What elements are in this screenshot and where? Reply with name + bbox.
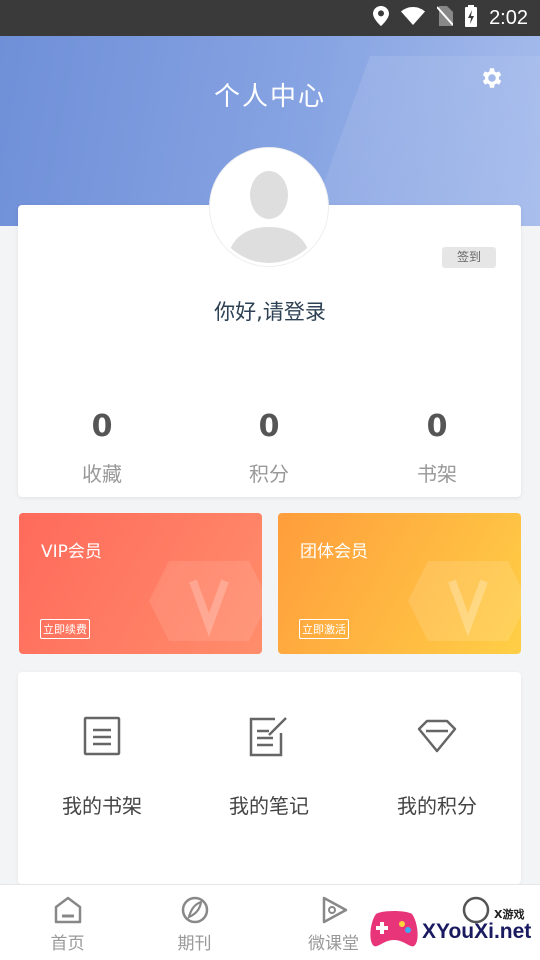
gamepad-logo-icon [370, 911, 418, 947]
stat-value: 0 [91, 409, 113, 444]
group-watermark-icon [408, 561, 521, 641]
tab-label: 首页 [50, 934, 85, 954]
no-sim-icon [436, 6, 454, 30]
stat-label: 书架 [417, 462, 457, 486]
vip-watermark-icon [149, 561, 262, 641]
status-icons: 2:02 [373, 0, 528, 36]
gear-icon [479, 65, 505, 95]
diamond-icon [413, 712, 461, 760]
page-title: 个人中心 [213, 82, 326, 112]
site-watermark: X游戏 XYouXi.net [366, 900, 536, 956]
journal-icon [178, 893, 212, 927]
tab-label: 期刊 [177, 934, 212, 954]
tab-journal[interactable]: 期刊 [127, 893, 262, 954]
home-icon [51, 893, 85, 927]
vip-title: VIP会员 [41, 542, 102, 562]
stat-value: 0 [258, 409, 280, 444]
stat-bookshelf[interactable]: 0 书架 [353, 400, 521, 494]
group-membership-card[interactable]: 团体会员 立即激活 [278, 513, 521, 654]
stat-points[interactable]: 0 积分 [185, 400, 353, 494]
stat-favorites[interactable]: 0 收藏 [18, 400, 186, 494]
menu-my-points[interactable]: 我的积分 [353, 712, 521, 819]
wifi-icon [401, 7, 426, 29]
signin-button[interactable]: 签到 [442, 247, 496, 268]
menu-label: 我的书架 [62, 794, 142, 818]
stat-label: 收藏 [82, 462, 122, 486]
group-title: 团体会员 [300, 542, 368, 562]
tab-home[interactable]: 首页 [0, 893, 135, 954]
location-icon [373, 6, 390, 30]
group-activate-button[interactable]: 立即激活 [299, 619, 349, 639]
status-time: 2:02 [489, 6, 528, 29]
login-prompt[interactable]: 你好,请登录 [0, 296, 540, 326]
stats-row: 0 收藏 0 积分 0 书架 [18, 400, 521, 496]
note-edit-icon [245, 712, 293, 760]
stat-label: 积分 [249, 462, 289, 486]
vip-renew-button[interactable]: 立即续费 [40, 619, 90, 639]
stat-value: 0 [426, 409, 448, 444]
menu-label: 我的积分 [397, 794, 477, 818]
avatar[interactable] [210, 148, 328, 266]
menu-my-bookshelf[interactable]: 我的书架 [18, 712, 186, 819]
status-bar: 2:02 [0, 0, 540, 36]
battery-icon [465, 5, 478, 31]
document-icon [78, 712, 126, 760]
menu-my-notes[interactable]: 我的笔记 [185, 712, 353, 819]
play-icon [317, 893, 351, 927]
user-silhouette-icon [213, 151, 325, 263]
vip-membership-card[interactable]: VIP会员 立即续费 [19, 513, 262, 654]
menu-card: 我的书架 我的笔记 我的积分 [18, 672, 521, 884]
watermark-site-text: XYouXi.net [422, 920, 532, 943]
menu-label: 我的笔记 [229, 794, 309, 818]
settings-button[interactable] [476, 64, 508, 96]
